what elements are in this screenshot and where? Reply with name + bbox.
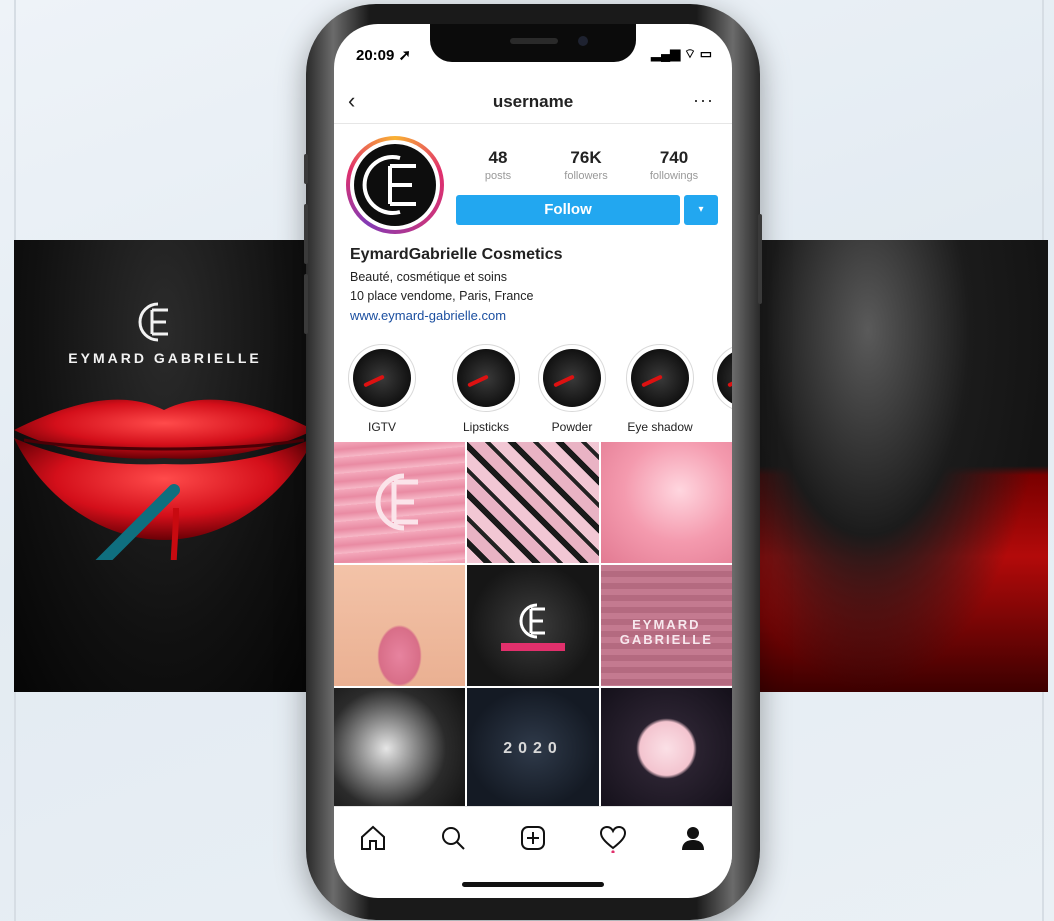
post-tile[interactable]: 2020 [467,688,599,809]
website-link[interactable]: www.eymard-gabrielle.com [350,308,506,323]
avatar[interactable] [346,136,444,234]
bottom-tab-bar [334,806,732,866]
highlight-label: IGTV [367,420,396,434]
profile-icon[interactable] [678,823,708,853]
banner-left-panel: EYMARD GABRIELLE [14,240,314,692]
profile-name: EymardGabrielle Cosmetics [350,246,563,263]
home-indicator [462,882,604,887]
highlight-lipsticks[interactable]: Lipsticks [448,344,524,434]
lips-illustration [14,399,314,560]
phone-notch [430,24,636,62]
tile-year-text: 2020 [503,740,563,757]
speaker-grille [510,38,558,44]
stat-followers[interactable]: 76K followers [546,148,626,182]
phone-power-button [758,214,762,304]
followings-label: followings [649,170,699,182]
heart-icon[interactable] [598,823,628,853]
post-tile[interactable]: EYMARD GABRIELLE [600,565,732,686]
bio-address: 10 place vendome, Paris, France [350,289,534,303]
add-post-icon[interactable] [518,823,548,853]
highlight-partial[interactable] [708,344,732,420]
highlight-label: Eye shadow [627,420,693,434]
phone-mute-switch [304,154,308,184]
stat-followings[interactable]: 740 followings [634,148,714,182]
status-time: 20:09 ➚ [356,47,412,64]
post-tile[interactable] [334,442,466,563]
front-camera [578,36,588,46]
followers-label: followers [564,170,608,182]
brand-logo-icon [375,473,418,531]
follow-button[interactable]: Follow [456,195,680,225]
brand-logo-icon [138,302,168,342]
bio-line: Beauté, cosmétique et soins [350,270,508,284]
phone-screen: 20:09 ➚ ▂▄▆ ⌔ ▭ ‹ username ··· 48 posts … [334,24,732,898]
post-tile[interactable] [334,565,466,686]
stat-posts[interactable]: 48 posts [458,148,538,182]
banner-right-panel [748,240,1048,692]
brand-logo-icon [362,155,416,215]
posts-count: 48 [488,148,508,167]
profile-header: ‹ username ··· [334,84,732,124]
phone-volume-up [304,204,308,264]
home-icon[interactable] [358,823,388,853]
phone-volume-down [304,274,308,334]
highlight-label: Lipsticks [462,420,509,434]
status-icons: ▂▄▆ ⌔ ▭ [651,46,712,61]
posts-label: posts [484,170,512,182]
page-title: username [492,92,574,111]
post-tile[interactable] [600,688,732,809]
post-tile[interactable] [467,442,599,563]
post-tile[interactable] [334,688,466,809]
highlight-powder[interactable]: Powder [534,344,610,434]
banner-brand-name: EYMARD GABRIELLE [68,350,262,366]
highlight-eye-shadow[interactable]: Eye shadow [622,344,698,434]
followers-count: 76K [570,148,602,167]
post-grid: EYMARD GABRIELLE 2020 [334,442,732,809]
highlight-label: Powder [551,420,593,434]
highlight-igtv[interactable]: IGTV [344,344,420,434]
post-tile[interactable] [600,442,732,563]
suggestions-dropdown-button[interactable]: ▾ [684,195,718,225]
more-horizontal-icon[interactable]: ··· [693,90,714,111]
tile-brand-text: EYMARD GABRIELLE [619,617,713,647]
brand-logo-icon [501,603,566,651]
followings-count: 740 [659,148,689,167]
search-icon[interactable] [438,823,468,853]
post-tile[interactable] [467,565,599,686]
